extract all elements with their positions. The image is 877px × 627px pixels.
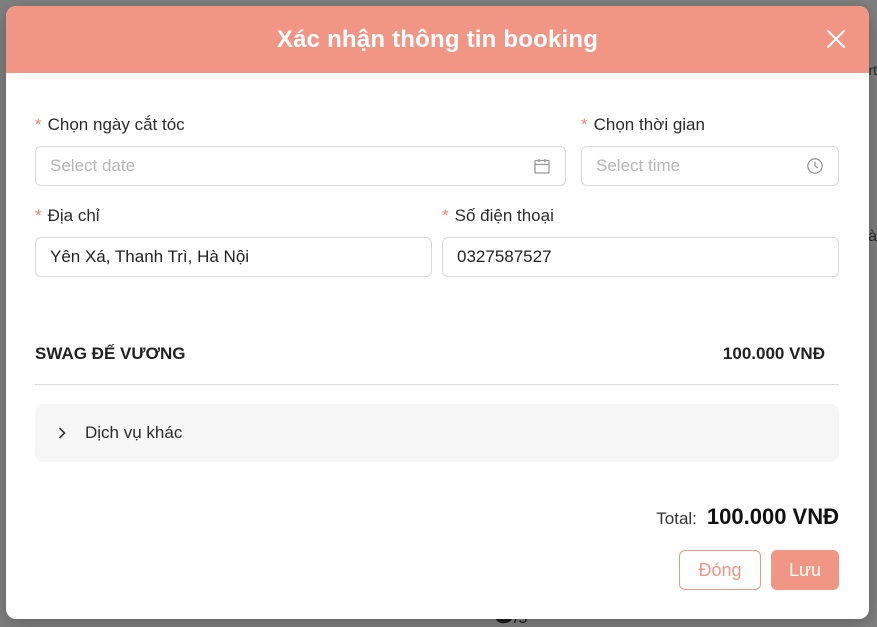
clock-icon [806,157,824,175]
total-value: 100.000 VNĐ [706,504,839,529]
time-label: * Chọn thời gian [581,115,705,134]
background-text: rt [868,62,877,78]
booking-confirm-modal: Xác nhận thông tin booking * Chọn ngày cắ… [6,6,869,619]
service-row: SWAG ĐẾ VƯƠNG 100.000 VNĐ [35,344,839,364]
time-picker-input[interactable]: Select time [581,146,839,186]
address-label: * Địa chỉ [35,206,100,225]
divider [35,384,839,385]
close-button[interactable]: Đóng [679,550,761,590]
modal-header: Xác nhận thông tin booking [6,6,869,73]
chevron-right-icon [55,426,69,440]
date-placeholder: Select date [50,156,136,175]
service-name: SWAG ĐẾ VƯƠNG [35,344,186,363]
date-picker-input[interactable]: Select date [35,146,566,186]
phone-value: 0327587527 [457,247,552,266]
total-label: Total: [656,509,697,528]
modal-title: Xác nhận thông tin booking [276,25,599,53]
other-services-collapse[interactable]: Dịch vụ khác [35,404,839,462]
address-value: Yên Xá, Thanh Trì, Hà Nội [50,247,250,266]
save-button[interactable]: Lưu [771,550,839,590]
phone-label: * Số điện thoại [442,206,554,225]
total-summary: Total: 100.000 VNĐ [656,504,839,530]
calendar-icon [533,157,551,175]
service-price: 100.000 VNĐ [722,344,825,363]
date-label: * Chọn ngày cắt tóc [35,115,185,134]
close-icon[interactable] [825,28,847,50]
other-services-label: Dịch vụ khác [85,423,183,442]
time-placeholder: Select time [596,156,681,175]
phone-input[interactable]: 0327587527 [442,237,839,277]
address-input[interactable]: Yên Xá, Thanh Trì, Hà Nội [35,237,432,277]
